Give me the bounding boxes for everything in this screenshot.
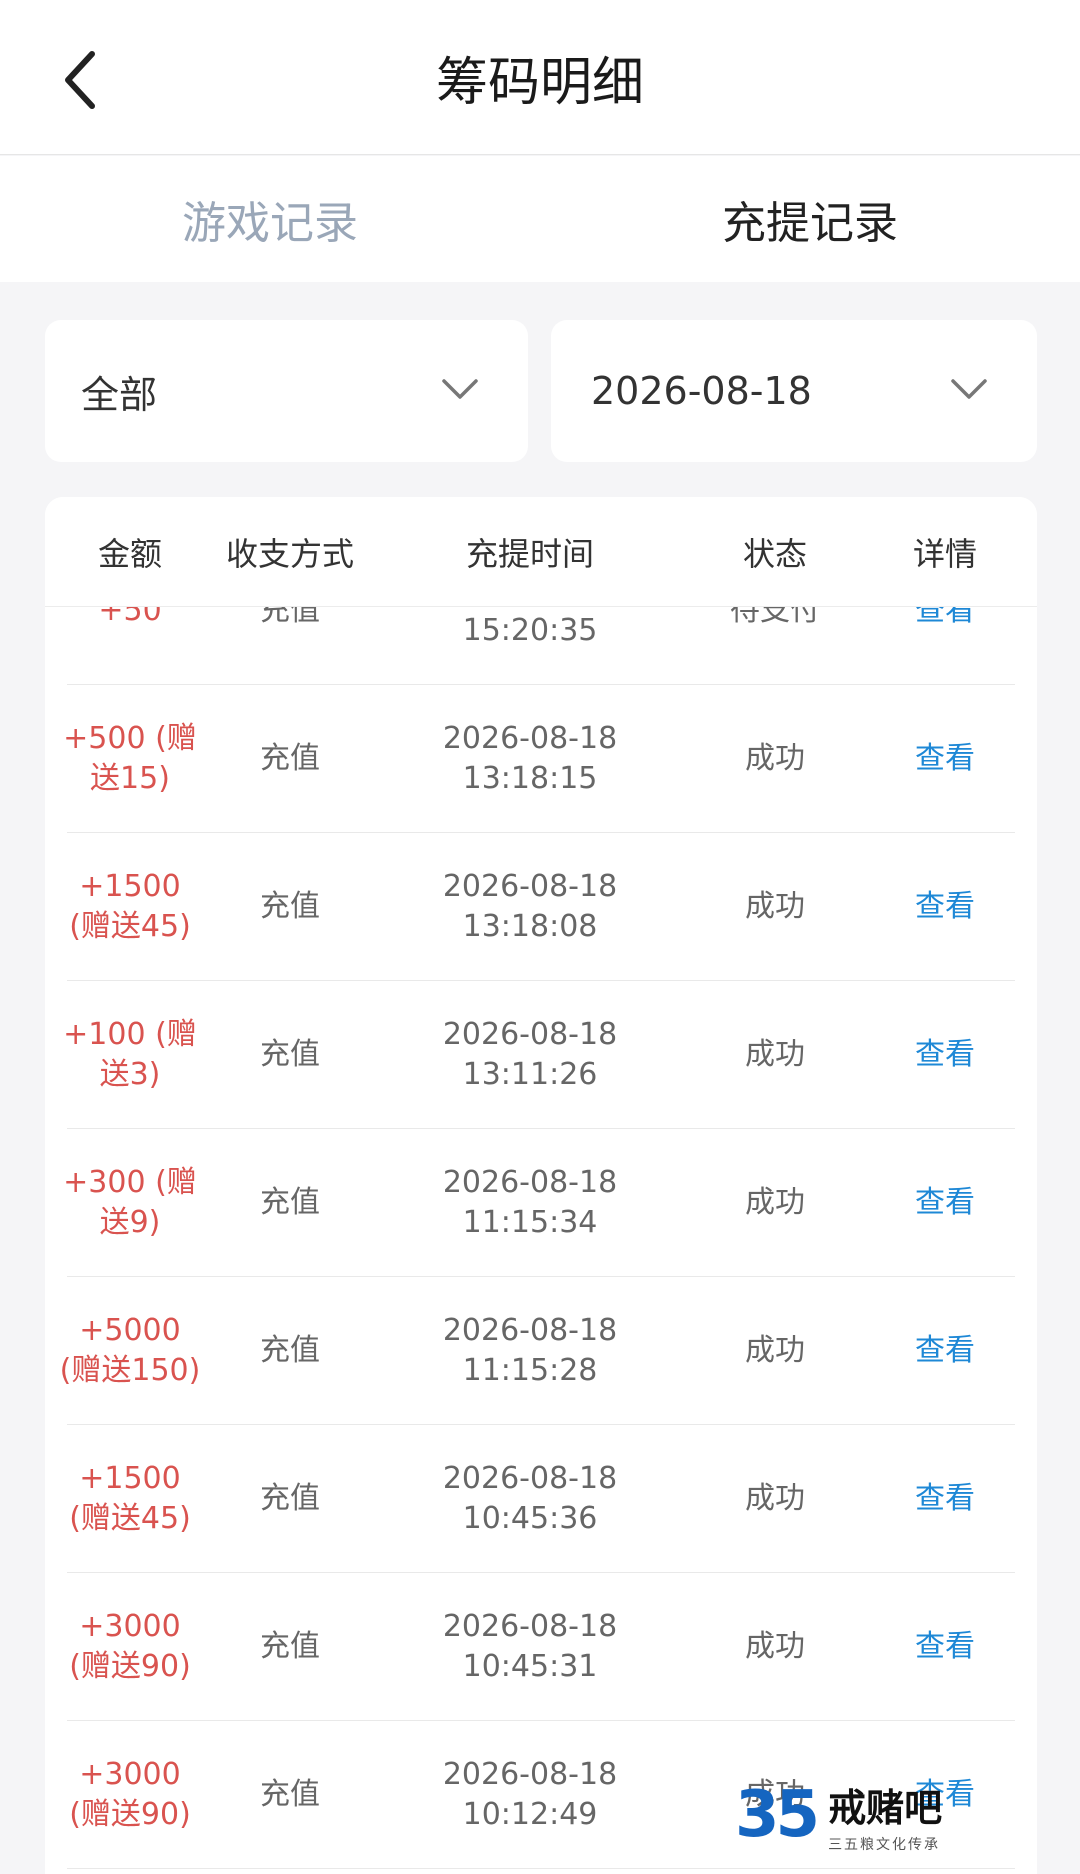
amount-cell: +3000 (赠送90): [69, 1609, 191, 1684]
table-rows: +50充值2026-08-1815:20:35待支付查看+500 (赠送15)充…: [45, 607, 1037, 1869]
method-cell: 充值: [260, 889, 320, 924]
date-filter-dropdown[interactable]: 2026-08-18: [551, 320, 1037, 462]
time-clock: 10:45:31: [462, 1649, 598, 1684]
top-bar: 筹码明细: [0, 0, 1080, 155]
status-cell: 成功: [745, 1333, 805, 1368]
time-clock: 11:15:28: [462, 1353, 598, 1388]
status-cell: 成功: [745, 1037, 805, 1072]
watermark-name: 戒赌吧: [828, 1785, 943, 1830]
status-cell: 成功: [745, 1481, 805, 1516]
watermark: 35 戒赌吧 三五粮文化传承: [735, 1765, 1055, 1865]
status-cell: 成功: [745, 1629, 805, 1664]
table-row: +500 (赠送15) 充值 2026-08-18 13:18:15 成功 查看: [45, 685, 1037, 833]
view-detail-link[interactable]: 查看: [875, 685, 1015, 833]
type-filter-value: 全部: [81, 372, 158, 417]
time-clock: 10:12:49: [462, 1797, 598, 1832]
table-row: +300 (赠送9) 充值 2026-08-18 11:15:34 成功 查看: [45, 1129, 1037, 1277]
watermark-tagline: 三五粮文化传承: [828, 1836, 941, 1853]
method-cell: 充值: [260, 1185, 320, 1220]
column-header-method: 收支方式: [225, 535, 354, 573]
time-cell: 2026-08-18 10:12:49: [405, 1721, 655, 1869]
time-date: 2026-08-18: [442, 1165, 618, 1200]
time-clock: 13:18:08: [462, 909, 598, 944]
type-filter-dropdown[interactable]: 全部: [45, 320, 528, 462]
time-cell: 2026-08-18 11:15:28: [405, 1277, 655, 1425]
time-clock: 13:11:26: [462, 1057, 598, 1092]
records-table: 金额 收支方式 充提时间 状态 详情 +50充值2026-08-1815:20:…: [45, 497, 1037, 1874]
method-cell: 充值: [260, 1629, 320, 1664]
view-detail-link[interactable]: 查看: [875, 833, 1015, 981]
table-row: +50 充值 2026-08-1815:20:35 待支付 查看: [45, 607, 1037, 685]
view-detail-link[interactable]: 查看: [875, 1129, 1015, 1277]
page-title: 筹码明细: [435, 53, 644, 113]
method-cell: 充值: [260, 1481, 320, 1516]
watermark-text: 戒赌吧 三五粮文化传承: [828, 1777, 942, 1854]
time-cell: 2026-08-18 10:45:31: [405, 1573, 655, 1721]
time-cell: 2026-08-1815:20:35: [405, 607, 655, 685]
amount-cell: +5000 (赠送150): [59, 1313, 201, 1388]
amount-cell: +3000 (赠送90): [69, 1757, 191, 1832]
amount-cell: +500 (赠送15): [63, 721, 197, 796]
time-cell: 2026-08-18 13:18:08: [405, 833, 655, 981]
time-date: 2026-08-18: [442, 1313, 618, 1348]
chevron-left-icon: [65, 51, 95, 109]
time-cell: 2026-08-18 13:18:15: [405, 685, 655, 833]
amount-cell: +1500 (赠送45): [69, 1461, 191, 1536]
view-detail-link[interactable]: 查看: [875, 981, 1015, 1129]
time-clock: 11:15:34: [462, 1205, 598, 1240]
column-header-time: 充提时间: [465, 535, 594, 573]
table-row: +1500 (赠送45) 充值 2026-08-18 10:45:36 成功 查看: [45, 1425, 1037, 1573]
table-row: +5000 (赠送150) 充值 2026-08-18 11:15:28 成功 查看: [45, 1277, 1037, 1425]
table-header: 金额 收支方式 充提时间 状态 详情: [45, 497, 1037, 607]
table-row: +100 (赠送3) 充值 2026-08-18 13:11:26 成功 查看: [45, 981, 1037, 1129]
amount-cell: +300 (赠送9): [63, 1165, 197, 1240]
time-date: 2026-08-18: [442, 1609, 618, 1644]
view-detail-link[interactable]: 查看: [875, 607, 1015, 685]
method-cell: 充值: [260, 607, 320, 628]
chevron-down-icon: [442, 379, 478, 399]
chevron-down-icon: [951, 379, 987, 399]
method-cell: 充值: [260, 1037, 320, 1072]
view-detail-link[interactable]: 查看: [875, 1277, 1015, 1425]
back-button[interactable]: [50, 45, 110, 115]
method-cell: 充值: [260, 1333, 320, 1368]
method-cell: 充值: [260, 1777, 320, 1812]
watermark-logo: 35: [735, 1778, 820, 1852]
time-cell: 2026-08-18 13:11:26: [405, 981, 655, 1129]
time-date: 2026-08-18: [442, 869, 618, 904]
status-cell: 成功: [745, 741, 805, 776]
tab-bar: 游戏记录 充提记录: [0, 156, 1080, 282]
amount-cell: +50: [98, 607, 162, 628]
status-cell: 成功: [745, 1185, 805, 1220]
time-clock: 15:20:35: [462, 613, 598, 648]
amount-cell: +100 (赠送3): [63, 1017, 197, 1092]
time-date: 2026-08-18: [442, 1757, 618, 1792]
date-filter-value: 2026-08-18: [591, 369, 812, 413]
amount-cell: +1500 (赠送45): [69, 869, 191, 944]
column-header-amount: 金额: [97, 535, 162, 573]
view-detail-link[interactable]: 查看: [875, 1425, 1015, 1573]
time-cell: 2026-08-18 10:45:36: [405, 1425, 655, 1573]
status-cell: 成功: [745, 889, 805, 924]
table-body[interactable]: +50充值2026-08-1815:20:35待支付查看+500 (赠送15)充…: [45, 607, 1037, 1874]
tab-game-records[interactable]: 游戏记录: [0, 156, 540, 282]
table-row: +1500 (赠送45) 充值 2026-08-18 13:18:08 成功 查看: [45, 833, 1037, 981]
table-row: +3000 (赠送90) 充值 2026-08-18 10:45:31 成功 查看: [45, 1573, 1037, 1721]
time-clock: 13:18:15: [462, 761, 598, 796]
time-clock: 10:45:36: [462, 1501, 598, 1536]
tab-recharge-records[interactable]: 充提记录: [540, 156, 1080, 282]
column-header-detail: 详情: [912, 535, 977, 573]
time-date: 2026-08-18: [442, 1461, 618, 1496]
column-header-status: 状态: [742, 535, 807, 573]
time-date: 2026-08-18: [442, 721, 618, 756]
method-cell: 充值: [260, 741, 320, 776]
time-cell: 2026-08-18 11:15:34: [405, 1129, 655, 1277]
time-date: 2026-08-18: [442, 1017, 618, 1052]
view-detail-link[interactable]: 查看: [875, 1573, 1015, 1721]
status-cell: 待支付: [730, 607, 820, 628]
